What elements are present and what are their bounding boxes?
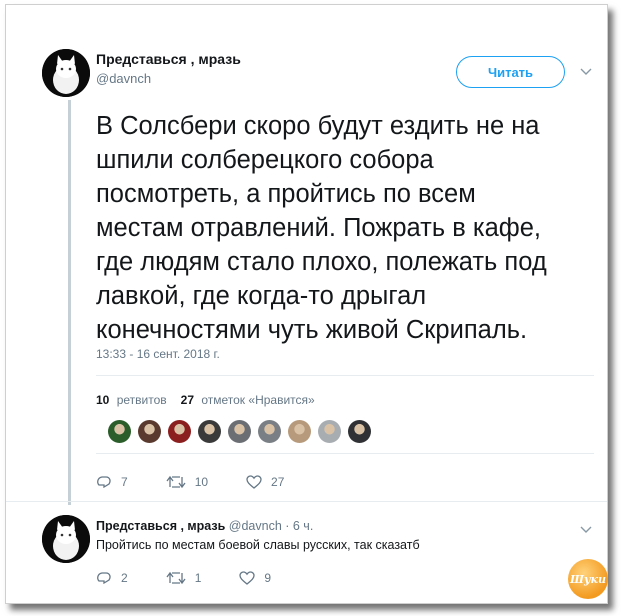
like-count: 27 — [271, 475, 285, 489]
liker-avatar[interactable] — [108, 420, 131, 443]
reply-count: 7 — [121, 475, 128, 489]
retweet-count: 1 — [194, 571, 202, 585]
chevron-down-icon[interactable] — [580, 521, 592, 539]
liker-avatar[interactable] — [288, 420, 311, 443]
reply-icon — [97, 476, 111, 489]
author-name[interactable]: Представься , мразь — [96, 51, 241, 67]
tweet-text: В Солсбери скоро будут ездить не на шпил… — [96, 112, 547, 344]
retweet-action[interactable]: 10 — [166, 475, 208, 489]
likes-stat[interactable]: 27 отметок «Нравится» — [181, 393, 315, 407]
author-handle[interactable]: @davnch — [96, 71, 151, 86]
retweets-count: 10 — [96, 393, 110, 407]
follow-button[interactable]: Читать — [456, 56, 565, 88]
reply-handle-time: @davnch · 6 ч. — [228, 519, 314, 533]
reply-count: 2 — [121, 571, 128, 585]
likes-label: отметок «Нравится» — [201, 393, 315, 407]
liker-avatars — [108, 420, 378, 443]
liker-avatar[interactable] — [228, 420, 251, 443]
reply-action[interactable]: 2 — [96, 571, 128, 585]
thread-line — [68, 100, 71, 505]
like-action[interactable]: 9 — [239, 571, 271, 585]
reply-actions: 2 1 9 — [96, 571, 309, 585]
tweet-card: Представься , мразь @davnch Читать В Сол… — [5, 4, 608, 604]
likes-count: 27 — [180, 393, 194, 407]
reply-icon — [97, 572, 111, 585]
liker-avatar[interactable] — [318, 420, 341, 443]
chevron-down-icon[interactable] — [580, 63, 592, 81]
liker-avatar[interactable] — [258, 420, 281, 443]
tweet-actions: 7 10 27 — [96, 475, 322, 489]
like-count: 9 — [264, 571, 272, 585]
reply-action[interactable]: 7 — [96, 475, 128, 489]
watermark-logo: Шуки — [568, 559, 608, 599]
like-action[interactable]: 27 — [246, 475, 284, 489]
retweet-icon — [166, 475, 186, 489]
retweet-action[interactable]: 1 — [166, 571, 202, 585]
liker-avatar[interactable] — [348, 420, 371, 443]
heart-icon — [246, 475, 262, 489]
liker-avatar[interactable] — [198, 420, 221, 443]
heart-icon — [239, 571, 256, 585]
cat-avatar-image — [42, 515, 90, 563]
retweet-count: 10 — [194, 475, 209, 489]
retweets-stat[interactable]: 10 ретвитов — [96, 393, 167, 407]
reply-author-avatar[interactable] — [42, 515, 90, 563]
reply-header[interactable]: Представься , мразь @davnch · 6 ч. — [96, 519, 313, 533]
cat-avatar-image — [42, 49, 90, 97]
reply-author-name: Представься , мразь — [96, 519, 226, 533]
tweet-timestamp[interactable]: 13:33 - 16 сент. 2018 г. — [96, 347, 220, 361]
divider — [6, 501, 607, 502]
divider — [96, 453, 594, 454]
author-avatar[interactable] — [42, 49, 90, 97]
liker-avatar[interactable] — [138, 420, 161, 443]
reply-text: Пройтись по местам боевой славы русских,… — [96, 538, 420, 552]
retweet-icon — [166, 571, 186, 585]
tweet-stats: 10 ретвитов 27 отметок «Нравится» — [96, 393, 329, 407]
liker-avatar[interactable] — [168, 420, 191, 443]
divider — [96, 375, 594, 376]
retweets-label: ретвитов — [116, 393, 167, 407]
